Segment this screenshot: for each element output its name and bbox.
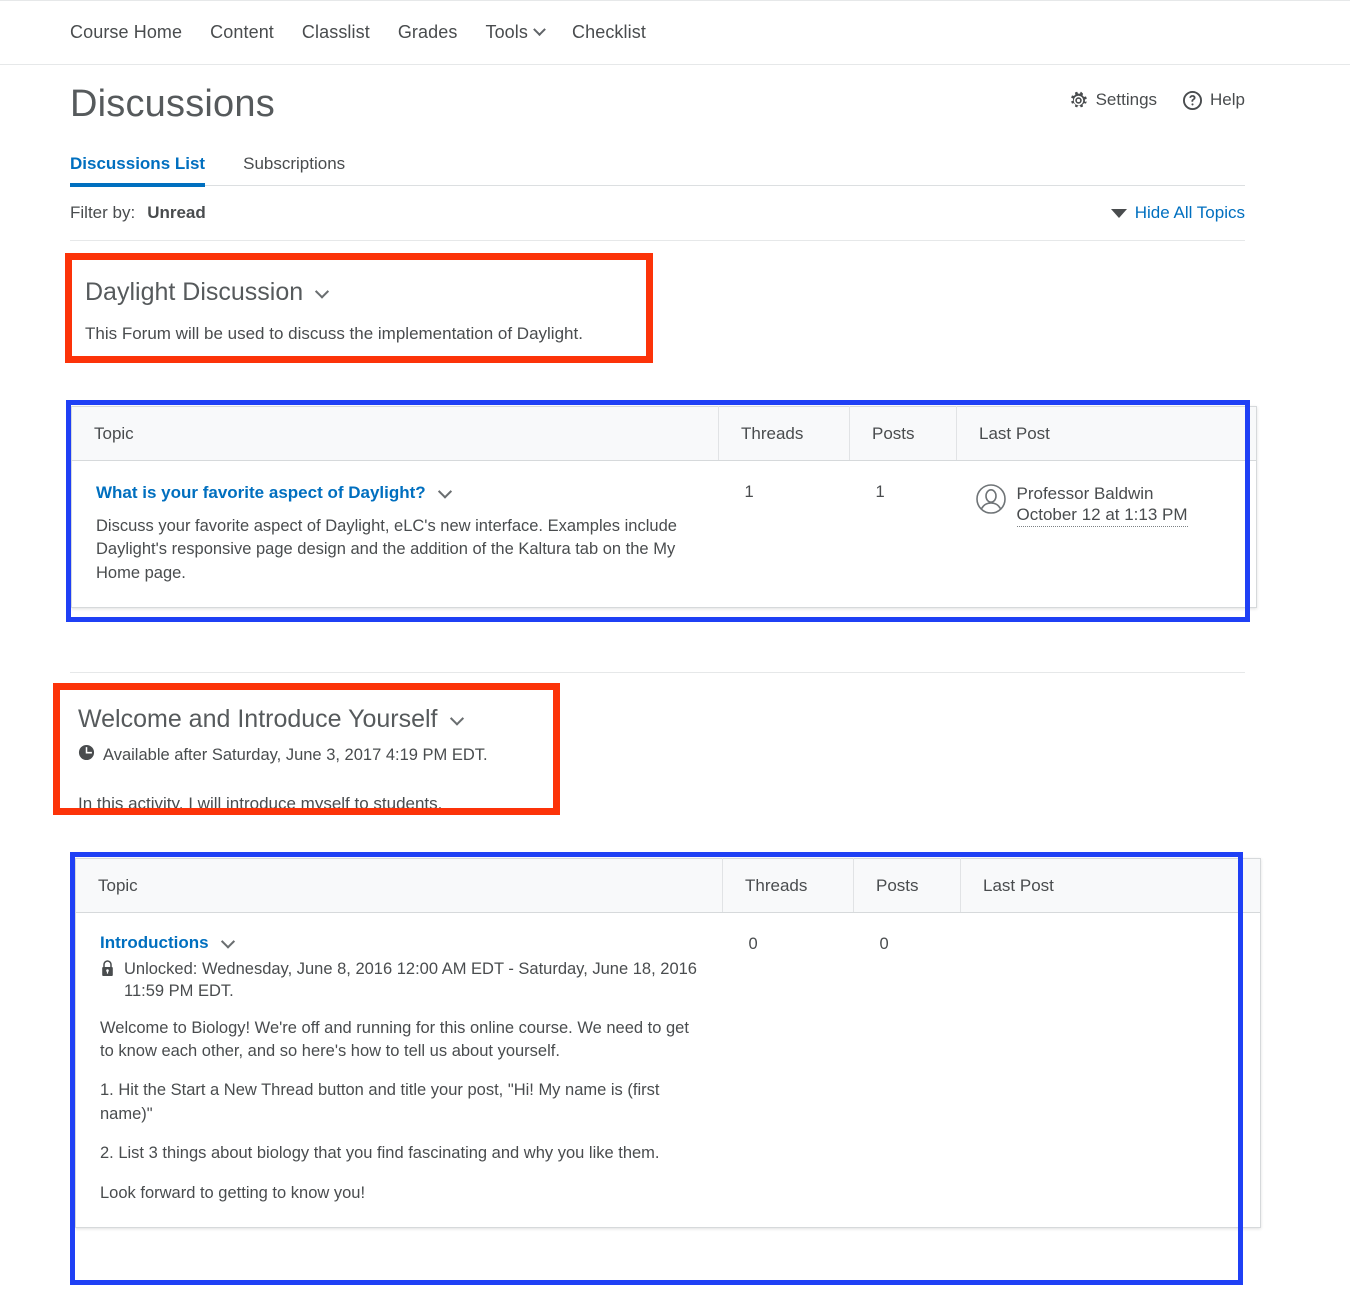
threads-count: 1 [744, 483, 754, 501]
nav-item-label: Classlist [301, 22, 370, 42]
column-header-last-post[interactable]: Last Post [960, 858, 1261, 913]
last-post-author: Professor Baldwin [1016, 484, 1154, 503]
tab-label: Subscriptions [243, 154, 346, 173]
table-row: Introductions Unlocked: Wednesday, June … [76, 913, 1261, 1228]
nav-item-label: Content [210, 22, 274, 42]
column-header-topic[interactable]: Topic [71, 406, 719, 461]
forum-description: In this activity, I will introduce mysel… [78, 794, 443, 813]
nav-item-grades[interactable]: Grades [398, 22, 458, 43]
column-header-last-post[interactable]: Last Post [956, 406, 1257, 461]
chevron-down-icon[interactable] [449, 711, 464, 726]
column-header-posts[interactable]: Posts [849, 406, 957, 461]
course-navbar: Course Home Content Classlist Grades Too… [0, 0, 1350, 65]
section-divider [70, 672, 1245, 673]
forum-title-label: Welcome and Introduce Yourself [78, 705, 438, 733]
topic-link-row: What is your favorite aspect of Daylight… [96, 483, 719, 503]
column-header-threads[interactable]: Threads [722, 858, 854, 913]
unlocked-text: Unlocked: Wednesday, June 8, 2016 12:00 … [124, 960, 697, 1001]
last-post-cell: Professor Baldwin October 12 at 1:13 PM [957, 461, 1257, 608]
topic-body-paragraph: 1. Hit the Start a New Thread button and… [100, 1081, 660, 1123]
topic-link-what-is-your-favorite-aspect-of-daylight[interactable]: What is your favorite aspect of Daylight… [96, 483, 426, 503]
availability-line: Available after Saturday, June 3, 2017 4… [78, 744, 488, 766]
threads-count: 0 [748, 935, 758, 953]
forum-description: This Forum will be used to discuss the i… [85, 324, 583, 343]
nav-item-label: Course Home [70, 22, 183, 42]
help-label: Help [1210, 90, 1245, 109]
topic-body-paragraph: 2. List 3 things about biology that you … [100, 1144, 660, 1163]
tab-bar: Discussions List Subscriptions [70, 148, 1245, 187]
table-header-row: Topic Threads Posts Last Post [71, 406, 1257, 461]
topic-body-paragraph: Look forward to getting to know you! [100, 1183, 366, 1202]
nav-item-tools[interactable]: Tools [485, 22, 546, 43]
forum-title[interactable]: Welcome and Introduce Yourself [78, 705, 488, 734]
tab-label: Discussions List [70, 154, 206, 173]
gear-icon [1069, 91, 1088, 110]
nav-item-course-home[interactable]: Course Home [70, 22, 182, 43]
help-button[interactable]: Help [1183, 90, 1245, 110]
forum-header-welcome-and-introduce-yourself: Welcome and Introduce Yourself Available… [78, 705, 488, 814]
availability-text: Available after Saturday, June 3, 2017 4… [103, 745, 488, 764]
settings-label: Settings [1095, 90, 1158, 109]
table-header: Topic Threads Posts Last Post [75, 858, 1261, 913]
posts-count: 0 [879, 935, 889, 953]
last-post-info: Professor Baldwin October 12 at 1:13 PM [975, 483, 1257, 528]
avatar [975, 483, 1007, 520]
last-post-cell [961, 913, 1261, 1228]
nav-item-classlist[interactable]: Classlist [302, 22, 370, 43]
tab-discussions-list[interactable]: Discussions List [70, 154, 211, 187]
filter-value[interactable]: Unread [147, 203, 206, 223]
last-post-date[interactable]: October 12 at 1:13 PM [1016, 504, 1188, 528]
topic-cell: Introductions Unlocked: Wednesday, June … [76, 913, 723, 1228]
table-body: What is your favorite aspect of Daylight… [72, 461, 1257, 608]
topic-description: Discuss your favorite aspect of Daylight… [96, 517, 677, 582]
triangle-down-icon [1110, 208, 1127, 218]
clock-icon [78, 744, 95, 766]
column-header-threads[interactable]: Threads [718, 406, 850, 461]
nav-item-content[interactable]: Content [210, 22, 274, 43]
chevron-down-icon[interactable] [437, 484, 452, 499]
table-body: Introductions Unlocked: Wednesday, June … [76, 913, 1261, 1228]
question-circle-icon [1183, 90, 1203, 110]
chevron-down-icon [533, 23, 546, 37]
page-header: Discussions Settings Help [0, 65, 1350, 126]
topics-table-welcome-and-introduce-yourself: Topic Threads Posts Last Post Introducti… [75, 858, 1261, 1229]
topic-body: Welcome to Biology! We're off and runnin… [100, 1017, 723, 1206]
column-header-topic[interactable]: Topic [75, 858, 723, 913]
nav-item-label: Grades [397, 22, 458, 42]
filter-group: Filter by: Unread [70, 203, 206, 223]
topic-body-paragraph: Welcome to Biology! We're off and runnin… [100, 1018, 689, 1060]
tab-subscriptions[interactable]: Subscriptions [243, 154, 351, 185]
filter-label: Filter by: [70, 203, 136, 222]
hide-all-topics-button[interactable]: Hide All Topics [1110, 203, 1245, 223]
nav-item-checklist[interactable]: Checklist [572, 22, 646, 43]
topic-cell: What is your favorite aspect of Daylight… [72, 461, 719, 608]
posts-count: 1 [875, 483, 885, 501]
table-row: What is your favorite aspect of Daylight… [72, 461, 1257, 608]
forum-header-daylight-discussion: Daylight Discussion This Forum will be u… [85, 278, 583, 344]
topic-link-row: Introductions [100, 933, 723, 953]
forum-title[interactable]: Daylight Discussion [85, 278, 583, 307]
nav-item-label: Tools [485, 22, 528, 42]
table-header: Topic Threads Posts Last Post [71, 406, 1257, 461]
settings-button[interactable]: Settings [1069, 90, 1157, 110]
topics-table-daylight-discussion: Topic Threads Posts Last Post What is yo… [71, 406, 1257, 609]
header-tools: Settings Help [1069, 90, 1245, 110]
chevron-down-icon[interactable] [315, 284, 330, 299]
last-post-text: Professor Baldwin October 12 at 1:13 PM [1016, 483, 1188, 528]
topic-link-introductions[interactable]: Introductions [100, 933, 209, 953]
column-header-posts[interactable]: Posts [853, 858, 961, 913]
hide-all-topics-label: Hide All Topics [1134, 203, 1245, 222]
chevron-down-icon[interactable] [220, 934, 235, 949]
forum-title-label: Daylight Discussion [85, 278, 304, 306]
lock-icon [100, 958, 115, 983]
unlocked-line: Unlocked: Wednesday, June 8, 2016 12:00 … [100, 958, 700, 1003]
filter-bar: Filter by: Unread Hide All Topics [70, 186, 1245, 241]
table-header-row: Topic Threads Posts Last Post [75, 858, 1261, 913]
nav-item-label: Checklist [572, 22, 646, 42]
